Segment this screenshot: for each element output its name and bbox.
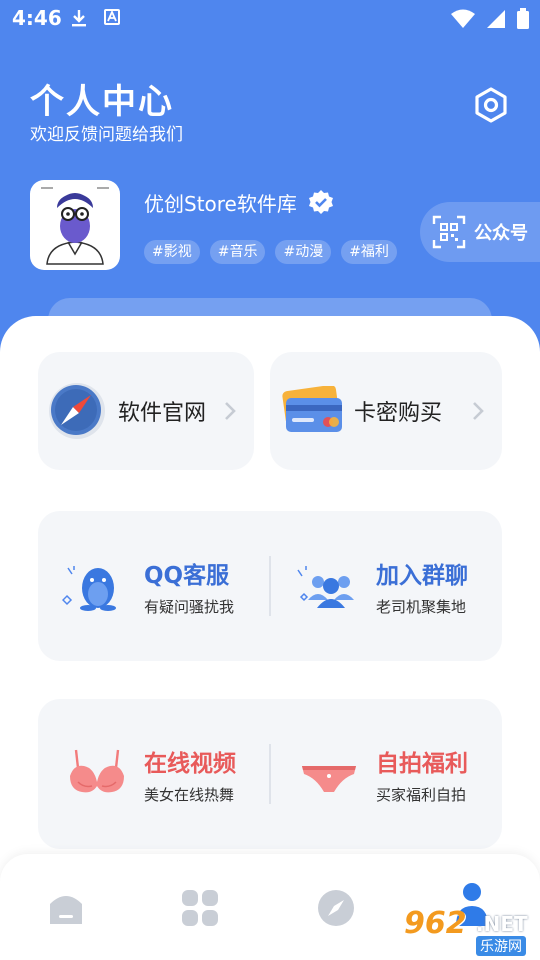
qq-service-item[interactable]: QQ客服 有疑问骚扰我 — [38, 511, 270, 661]
chevron-right-icon — [472, 401, 484, 425]
hexagon-settings-icon — [475, 87, 507, 123]
home-icon — [50, 896, 82, 924]
tag[interactable]: #动漫 — [275, 240, 332, 264]
group-chat-item[interactable]: 加入群聊 老司机聚集地 — [270, 511, 502, 661]
nav-apps[interactable] — [180, 888, 220, 928]
underwear-icon — [290, 734, 368, 814]
qq-service-title: QQ客服 — [144, 562, 230, 589]
page-title: 个人中心 — [30, 82, 174, 122]
selfie-welfare-item[interactable]: 自拍福利 买家福利自拍 — [270, 699, 502, 849]
qq-service-subtitle: 有疑问骚扰我 — [144, 597, 235, 616]
selfie-welfare-subtitle: 买家福利自拍 — [376, 785, 467, 804]
welfare-card: 在线视频 美女在线热舞 自拍福利 买家福利自拍 — [38, 699, 502, 849]
notification-icon — [104, 8, 120, 32]
status-time: 4:46 — [12, 6, 62, 30]
online-video-subtitle: 美女在线热舞 — [144, 785, 235, 804]
settings-button[interactable] — [470, 84, 512, 126]
verified-badge-icon — [307, 189, 335, 217]
tag[interactable]: #音乐 — [209, 240, 266, 264]
download-icon — [70, 8, 88, 32]
website-link-card[interactable]: 软件官网 — [38, 352, 254, 470]
grid-icon — [182, 890, 218, 926]
watermark: 962 .NET 乐游网 — [398, 902, 540, 960]
page-subtitle: 欢迎反馈问题给我们 — [30, 125, 183, 145]
tag[interactable]: #影视 — [144, 240, 200, 264]
card-purchase-label: 卡密购买 — [354, 401, 443, 426]
compass-icon — [318, 890, 354, 926]
group-chat-icon — [290, 546, 368, 626]
profile-tags: #影视 #音乐 #动漫 #福利 — [144, 240, 397, 264]
battery-icon — [516, 8, 530, 34]
nav-discover[interactable] — [316, 888, 356, 928]
tag[interactable]: #福利 — [341, 240, 397, 264]
chevron-right-icon — [224, 401, 236, 425]
watermark-text: 乐游网 — [476, 936, 526, 956]
official-account-label: 公众号 — [474, 223, 528, 244]
bra-icon — [58, 734, 136, 814]
credit-card-icon — [280, 380, 344, 442]
avatar[interactable] — [30, 180, 120, 270]
user-name-row: 优创Store软件库 — [144, 188, 335, 217]
selfie-welfare-title: 自拍福利 — [376, 750, 468, 777]
website-link-label: 软件官网 — [118, 401, 207, 426]
user-name: 优创Store软件库 — [144, 192, 297, 216]
online-video-item[interactable]: 在线视频 美女在线热舞 — [38, 699, 270, 849]
signal-icon — [486, 9, 506, 33]
status-bar: 4:46 — [0, 0, 540, 36]
official-account-button[interactable]: 公众号 — [420, 202, 540, 262]
watermark-number: 962 — [404, 906, 467, 941]
qr-code-icon — [432, 215, 466, 249]
group-chat-subtitle: 老司机聚集地 — [376, 597, 467, 616]
group-chat-title: 加入群聊 — [376, 562, 468, 589]
watermark-domain: .NET — [476, 912, 528, 936]
card-purchase-card[interactable]: 卡密购买 — [270, 352, 502, 470]
compass-safari-icon — [46, 380, 108, 442]
wifi-icon — [450, 9, 476, 33]
qq-penguin-icon — [58, 546, 136, 626]
contact-services-card: QQ客服 有疑问骚扰我 加入群聊 老司机聚集地 — [38, 511, 502, 661]
nav-home[interactable] — [46, 888, 86, 928]
online-video-title: 在线视频 — [144, 750, 236, 777]
